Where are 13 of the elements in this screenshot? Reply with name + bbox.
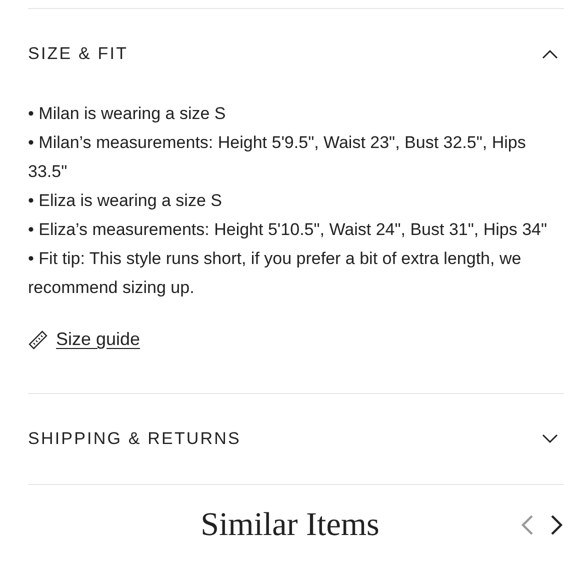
section-title[interactable]: SIZE & FIT	[28, 44, 128, 64]
bullet-text: • Milan’s measurements: Height 5'9.5", Waist 23", Bust 32.5", Hips 33.5"	[28, 132, 527, 183]
expand-chevron-icon[interactable]	[542, 434, 558, 444]
next-arrow-button[interactable]	[550, 514, 564, 538]
bullet-text: • Eliza’s measurements: Height 5'10.5", Waist 24", Bust 31", Hips 34"	[28, 219, 548, 241]
size-guide-link[interactable]: Size guide	[56, 326, 140, 353]
bullet-text: • Milan is wearing a size S	[28, 103, 227, 125]
ruler-icon	[28, 330, 48, 350]
section-title[interactable]: SHIPPING & RETURNS	[28, 428, 241, 450]
section-heading: Similar Items	[200, 509, 380, 542]
bullet-text: • Fit tip: This style runs short, if you prefer a bit of extra length, we recommend sizing up.	[28, 248, 522, 299]
bullet-text: • Eliza is wearing a size S	[28, 190, 223, 212]
collapse-chevron-icon[interactable]	[542, 49, 558, 59]
